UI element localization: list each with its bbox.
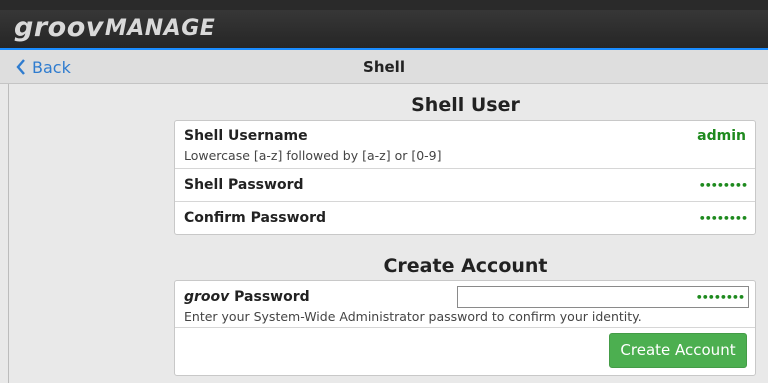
shell-username-value[interactable]: admin	[697, 128, 746, 144]
header-strip	[0, 0, 768, 10]
create-account-card: groov Password Enter your System-Wide Ad…	[174, 280, 756, 376]
logo-groov-text: groov	[14, 12, 104, 43]
create-account-button[interactable]: Create Account	[609, 333, 747, 368]
confirm-password-value[interactable]: ••••••••	[699, 212, 748, 225]
shell-password-row[interactable]: Shell Password ••••••••	[175, 169, 755, 202]
page-title: Shell	[363, 58, 405, 76]
app-header: groov MANAGE	[0, 0, 768, 48]
shell-user-heading: Shell User	[411, 94, 520, 116]
shell-username-label: Shell Username	[184, 128, 308, 144]
groov-password-input[interactable]	[457, 286, 749, 308]
groov-password-label: groov Password	[184, 289, 310, 305]
left-divider	[8, 84, 9, 383]
logo-manage-text: MANAGE	[104, 16, 216, 41]
create-account-actions: Create Account	[175, 328, 755, 375]
shell-password-label: Shell Password	[184, 177, 304, 193]
shell-user-card: Shell Username Lowercase [a-z] followed …	[174, 120, 756, 235]
groov-manage-logo: groov MANAGE	[14, 12, 215, 42]
shell-username-row[interactable]: Shell Username Lowercase [a-z] followed …	[175, 121, 755, 169]
navigation-bar: Back Shell	[0, 48, 768, 84]
confirm-password-label: Confirm Password	[184, 210, 327, 226]
shell-password-value[interactable]: ••••••••	[699, 179, 748, 192]
create-account-heading: Create Account	[383, 255, 548, 277]
groov-password-row: groov Password Enter your System-Wide Ad…	[175, 281, 755, 328]
shell-username-hint: Lowercase [a-z] followed by [a-z] or [0-…	[184, 148, 442, 163]
groov-password-hint: Enter your System-Wide Administrator pas…	[184, 309, 642, 324]
groov-word: groov	[184, 289, 230, 305]
password-word: Password	[234, 289, 310, 305]
confirm-password-row[interactable]: Confirm Password ••••••••	[175, 202, 755, 234]
